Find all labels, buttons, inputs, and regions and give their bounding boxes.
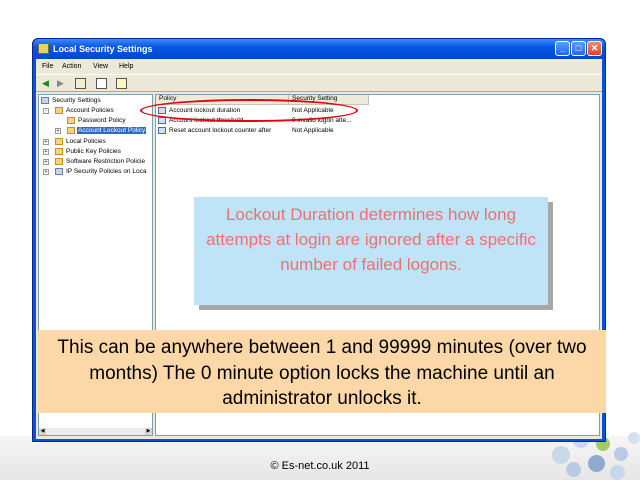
ip-security-icon [55,168,63,175]
policy-icon [158,117,166,124]
app-icon [38,43,49,54]
properties-icon[interactable] [96,78,107,89]
menu-view[interactable]: View [93,63,108,70]
scroll-right-icon[interactable]: ▶ [145,428,152,435]
highlight-oval [140,99,358,122]
toolbar: ◀ ▶ [36,74,602,92]
folder-icon [55,107,63,114]
expand-icon[interactable]: + [43,149,49,155]
lockout-duration-callout: Lockout Duration determines how long att… [194,197,548,305]
tree-item-label: Software Restriction Policie [66,158,146,165]
duration-range-callout: This can be anywhere between 1 and 99999… [38,330,606,413]
slide-bottom-band [0,436,640,480]
expand-icon[interactable]: + [43,159,49,165]
close-button[interactable]: ✕ [587,41,602,56]
security-settings-icon [41,97,49,104]
tree-item-label: Public Key Policies [66,148,121,155]
tree-item-label: Local Policies [66,138,106,145]
copyright-footer: © Es-net.co.uk 2011 [270,460,370,472]
tree-item-label: IP Security Policies on Loca [66,168,147,175]
folder-icon [67,117,75,124]
forward-arrow-icon[interactable]: ▶ [55,78,66,89]
folder-icon [55,148,63,155]
maximize-button[interactable]: □ [571,41,586,56]
expand-icon[interactable]: + [43,139,49,145]
tree-item-label: Password Policy [78,117,126,124]
policy-row[interactable]: Reset account lockout counter after Not … [156,126,599,136]
collapse-icon[interactable]: - [43,108,49,114]
scroll-left-icon[interactable]: ◀ [39,428,46,435]
policy-icon [158,127,166,134]
menu-bar: File Action View Help [36,59,602,74]
folder-icon [67,127,75,134]
policy-name: Reset account lockout counter after [169,127,272,134]
back-arrow-icon[interactable]: ◀ [40,78,51,89]
minimize-button[interactable]: _ [555,41,570,56]
policy-setting: Not Applicable [292,127,334,134]
expand-icon[interactable]: + [43,169,49,175]
expand-icon[interactable]: + [55,128,61,134]
menu-action[interactable]: Action [62,63,81,70]
decorative-circle [628,432,640,444]
folder-icon [55,158,63,165]
folder-icon [55,138,63,145]
window-title: Local Security Settings [53,44,153,54]
menu-file[interactable]: File [42,63,53,70]
tree-item-label: Account Policies [66,107,114,114]
horizontal-scrollbar[interactable]: ◀ ▶ [39,428,152,435]
title-bar[interactable]: Local Security Settings _ □ ✕ [33,39,605,59]
up-folder-icon[interactable] [75,78,86,89]
menu-help[interactable]: Help [119,63,133,70]
tree-item-label: Account Lockout Policy [77,127,147,134]
tree-item-label: Security Settings [52,97,101,104]
decorative-circle [614,447,628,461]
help-icon[interactable] [116,78,127,89]
